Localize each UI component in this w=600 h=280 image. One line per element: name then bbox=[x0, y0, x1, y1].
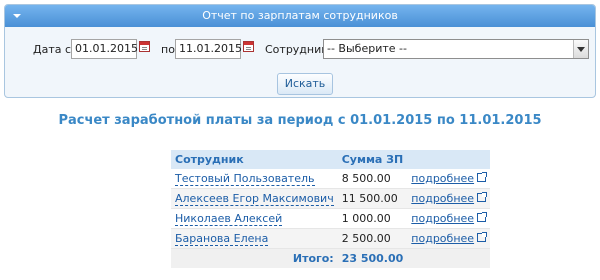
employee-link[interactable]: Баранова Елена bbox=[175, 232, 269, 246]
details-link[interactable]: подробнее bbox=[411, 232, 474, 245]
table-row: Тестовый Пользователь 8 500.00 подробнее bbox=[171, 169, 491, 189]
filter-row: Дата с: 01.01.2015 по 11.01.2015 Сотрудн… bbox=[5, 39, 595, 61]
salary-table: Сотрудник Сумма ЗП Тестовый Пользователь… bbox=[171, 150, 491, 268]
employee-link[interactable]: Николаев Алексей bbox=[175, 212, 283, 226]
date-from-input[interactable]: 01.01.2015 bbox=[71, 39, 138, 59]
date-from-label: Дата с: bbox=[33, 43, 75, 56]
table-row: Николаев Алексей 1 000.00 подробнее bbox=[171, 208, 491, 229]
date-to-label: по bbox=[161, 43, 175, 56]
chevron-down-icon[interactable] bbox=[573, 40, 588, 58]
total-label: Итого: bbox=[171, 248, 338, 268]
column-header-amount: Сумма ЗП bbox=[337, 150, 408, 169]
external-link-icon[interactable] bbox=[477, 192, 488, 202]
date-to-input[interactable]: 11.01.2015 bbox=[175, 39, 242, 59]
salary-amount: 11 500.00 bbox=[337, 188, 408, 209]
external-link-icon[interactable] bbox=[477, 172, 488, 182]
panel-header[interactable]: Отчет по зарплатам сотрудников bbox=[5, 5, 595, 27]
details-link[interactable]: подробнее bbox=[411, 212, 474, 225]
employee-label: Сотрудник: bbox=[265, 43, 332, 56]
salary-amount: 1 000.00 bbox=[337, 208, 408, 229]
calendar-icon[interactable] bbox=[139, 41, 150, 52]
column-header-empty bbox=[407, 150, 491, 169]
employee-link[interactable]: Тестовый Пользователь bbox=[175, 172, 315, 186]
table-row: Баранова Елена 2 500.00 подробнее bbox=[171, 228, 491, 249]
salary-amount: 8 500.00 bbox=[337, 169, 408, 189]
search-button[interactable]: Искать bbox=[277, 73, 333, 95]
employee-select-value: -- Выберите -- bbox=[327, 42, 407, 55]
details-link[interactable]: подробнее bbox=[411, 172, 474, 185]
filter-panel: Отчет по зарплатам сотрудников Дата с: 0… bbox=[4, 4, 596, 98]
external-link-icon[interactable] bbox=[477, 212, 488, 222]
total-value: 23 500.00 bbox=[337, 248, 408, 268]
salary-amount: 2 500.00 bbox=[337, 228, 408, 249]
details-link[interactable]: подробнее bbox=[411, 192, 474, 205]
column-header-employee: Сотрудник bbox=[171, 150, 338, 169]
total-row: Итого: 23 500.00 bbox=[171, 248, 491, 268]
calendar-icon[interactable] bbox=[243, 41, 254, 52]
panel-title: Отчет по зарплатам сотрудников bbox=[202, 9, 398, 22]
report-heading: Расчет заработной платы за период с 01.0… bbox=[58, 113, 542, 128]
table-row: Алексеев Егор Максимович 11 500.00 подро… bbox=[171, 188, 491, 209]
table-header-row: Сотрудник Сумма ЗП bbox=[171, 150, 491, 169]
external-link-icon[interactable] bbox=[477, 232, 488, 242]
employee-select[interactable]: -- Выберите -- bbox=[323, 39, 589, 59]
collapse-icon[interactable] bbox=[13, 14, 21, 18]
employee-link[interactable]: Алексеев Егор Максимович bbox=[175, 192, 334, 206]
